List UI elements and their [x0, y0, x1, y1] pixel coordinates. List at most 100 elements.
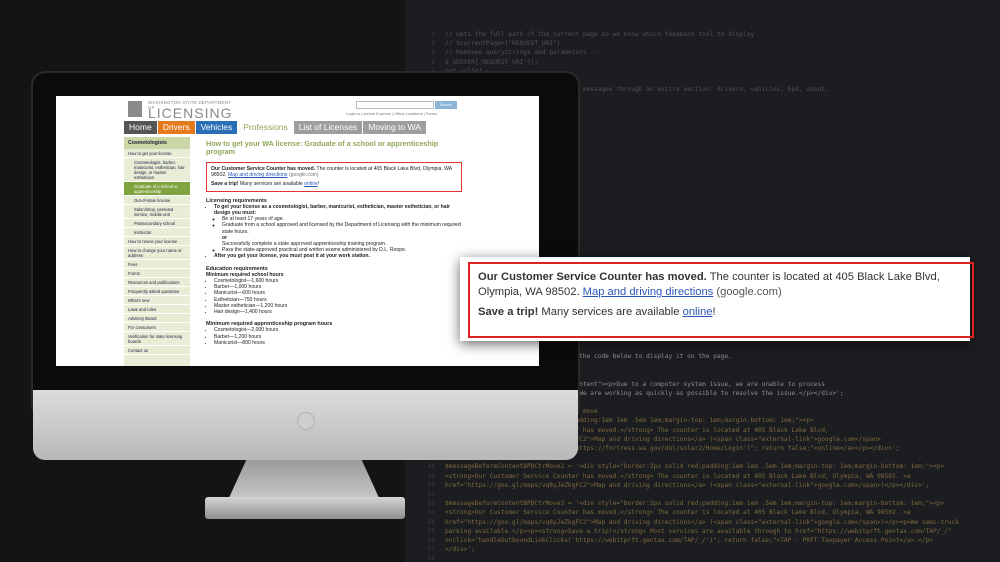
nav-tab-vehicles[interactable]: Vehicles: [195, 121, 238, 134]
notice-ext: (google.com): [287, 172, 319, 179]
lr2: After you get your license, you must pos…: [214, 253, 370, 260]
save-trip-bold: Save a trip!: [211, 181, 239, 188]
sidebar-items: How to get your license Cosmetologist, ba…: [124, 149, 190, 355]
sidebar-item[interactable]: Resources and publications: [124, 278, 190, 287]
nav-tab-drivers[interactable]: Drivers: [157, 121, 195, 134]
code-line-number: 53: [427, 509, 435, 517]
sidebar-item[interactable]: Verification for state licensing boards: [124, 332, 190, 346]
sidebar-item[interactable]: Salon/shop, personal service, mobile uni…: [124, 205, 190, 219]
sidebar-item[interactable]: Postsecondary school: [124, 219, 190, 228]
dol-logo[interactable]: WASHINGTON STATE DEPARTMENT OF LICENSING: [128, 99, 238, 121]
code-line: <strong>Our Customer Service Counter has…: [445, 509, 911, 517]
callout-online-link[interactable]: online: [683, 306, 713, 318]
sidebar-item[interactable]: How to get your license: [124, 149, 190, 158]
sidebar-item[interactable]: Instructor: [124, 228, 190, 237]
code-line-number: 48: [427, 463, 435, 471]
code-line-number: 50: [427, 481, 435, 489]
code-line: href="https://goo.gl/maps/vq8yJeZkgFC2">…: [445, 481, 930, 489]
search-button[interactable]: Search: [435, 101, 457, 109]
education-list: Cosmetologist—1,600 hoursBarber—1,000 ho…: [206, 278, 466, 315]
sidebar-item[interactable]: Laws and rules: [124, 305, 190, 314]
main-nav: Home Drivers Vehicles Professions List of Li…: [124, 121, 459, 134]
sidebar-item[interactable]: Contact us: [124, 346, 190, 355]
code-line: $messageBeforeContentBPDCtrMove2 = '<div…: [445, 463, 945, 471]
sidebar-item[interactable]: Out-of-state license: [124, 196, 190, 205]
sidebar-item[interactable]: What's new: [124, 296, 190, 305]
code-line-number: 57: [427, 546, 435, 554]
code-line-number: 1: [431, 31, 435, 38]
sidebar-item[interactable]: How to renew your license: [124, 237, 190, 246]
online-link[interactable]: online: [304, 181, 318, 187]
sidebar-item[interactable]: Frequently asked questions: [124, 287, 190, 296]
nav-tab-list-of-licenses[interactable]: List of Licenses: [293, 121, 363, 134]
sidebar-item[interactable]: Graduate of a school or apprenticeship: [124, 182, 190, 196]
callout-map-link[interactable]: Map and driving directions: [583, 286, 714, 298]
callout-bold: Our Customer Service Counter has moved.: [478, 271, 707, 283]
code-line-number: 2: [431, 40, 435, 48]
nav-tab-moving-to-wa[interactable]: Moving to WA: [363, 121, 426, 134]
list-item: Manicurist—800 hours: [214, 340, 466, 346]
page-title: How to get your WA license: Graduate of …: [206, 139, 439, 156]
notice-bold: Our Customer Service Counter has moved.: [211, 166, 316, 172]
main-content: How to get your WA license: Graduate of …: [206, 140, 466, 366]
apple-logo-icon: [297, 412, 315, 430]
code-line: parking available.</p><p><strong>Save a …: [445, 527, 952, 535]
code-line-number: 55: [427, 527, 435, 535]
utility-links[interactable]: Login to License Express | Office Locati…: [346, 111, 437, 116]
search-input[interactable]: [356, 101, 434, 109]
logo-title: LICENSING: [148, 105, 233, 121]
zoom-callout: Our Customer Service Counter has moved. …: [460, 257, 974, 341]
code-line: onclick="handleOutboundLinkClicks('https…: [445, 537, 933, 544]
sidebar-item[interactable]: Cosmetologist, barber, manicurist, esthe…: [124, 158, 190, 182]
callout-save-bold: Save a trip!: [478, 306, 539, 318]
code-line-number: 4: [431, 58, 435, 66]
code-line: // Gets the full path of the current pag…: [445, 31, 755, 38]
lr1b: Graduate from a school approved and lice…: [222, 222, 461, 235]
apprenticeship-list: Cosmetologist—2,000 hoursBarber—1,200 ho…: [206, 327, 466, 346]
sidebar-heading: Cosmetologists: [124, 137, 190, 149]
callout-save-end: !: [712, 306, 716, 318]
licensing-list: To get your license as a cosmetologist, …: [206, 204, 466, 260]
save-trip-end: !: [317, 181, 320, 188]
callout-save-text: Many services are available: [538, 306, 683, 318]
save-trip-text: Many services are available: [238, 181, 305, 188]
sidebar-item[interactable]: Forms: [124, 269, 190, 278]
code-line: </div>';: [445, 546, 475, 554]
sidebar: Cosmetologists How to get your license Co…: [124, 137, 190, 366]
monitor-base: [205, 497, 405, 519]
callout-text2: Olympia, WA 98502.: [478, 286, 583, 298]
list-item: To get your license as a cosmetologist, …: [214, 204, 466, 254]
code-line: // $currentPage=["REQUEST_URI"]: [445, 40, 561, 48]
sidebar-item[interactable]: For consumers: [124, 323, 190, 332]
code-line: <strong>Our Customer Service Counter has…: [445, 472, 911, 480]
code-line: $_SERVER['REQUEST_URI']);: [445, 58, 539, 66]
dol-logo-icon: [128, 101, 142, 117]
code-line-number: 3: [431, 49, 435, 57]
list-item: After you get your license, you must pos…: [214, 253, 466, 259]
code-line-number: 54: [427, 518, 435, 526]
site-header: WASHINGTON STATE DEPARTMENT OF LICENSING…: [56, 96, 539, 121]
callout-ext: (google.com): [713, 286, 782, 298]
code-line: href="https://goo.gl/maps/vq8yJeZkgFC2">…: [445, 518, 960, 526]
code-line-number: 56: [427, 537, 435, 544]
code-line: // Removes querystrings and parameters -…: [445, 49, 598, 57]
code-line-number: 49: [427, 472, 435, 480]
code-line-number: 58: [427, 555, 435, 562]
nav-tab-professions[interactable]: Professions: [238, 121, 293, 134]
lr1-or: or: [222, 234, 228, 241]
code-line: $messageBeforeContentBPDCtrMove3 = '<div…: [445, 500, 945, 508]
monitor-chin: [33, 390, 578, 460]
lr1c: Successfully complete a state approved a…: [222, 241, 387, 248]
sidebar-item[interactable]: Fees: [124, 260, 190, 269]
code-line-number: 52: [427, 500, 435, 508]
code-line-number: 51: [427, 491, 435, 498]
callout-text1: The counter is located at 405 Black Lake…: [706, 271, 940, 283]
nav-tab-home[interactable]: Home: [124, 121, 157, 134]
list-item: Hair design—1,400 hours: [214, 309, 466, 315]
list-item: Graduate from a school approved and lice…: [222, 222, 466, 247]
monitor-stand: [228, 460, 380, 500]
sidebar-item[interactable]: Advisory Board: [124, 314, 190, 323]
map-directions-link[interactable]: Map and driving directions: [228, 172, 287, 178]
sidebar-item[interactable]: How to change your name or address: [124, 246, 190, 260]
lr1: To get your license as a cosmetologist, …: [214, 203, 450, 217]
